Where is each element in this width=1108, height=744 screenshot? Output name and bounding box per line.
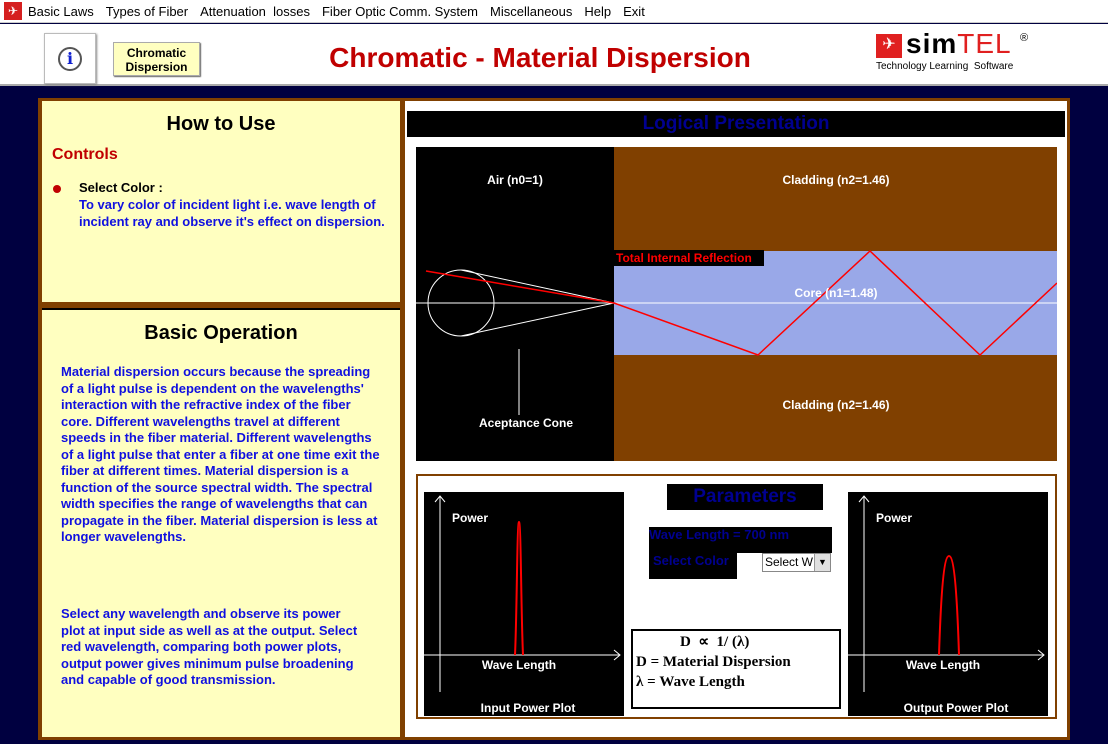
menu-types-of-fiber[interactable]: Types of Fiber	[106, 4, 188, 19]
cladding-top	[614, 147, 1057, 251]
how-to-use-panel: How to Use Controls Select Color : To va…	[42, 101, 400, 302]
wavelength-label: Wave Length	[482, 658, 556, 672]
menu-exit[interactable]: Exit	[623, 4, 645, 19]
formula-lambda-definition: λ = Wave Length	[636, 674, 745, 690]
fiber-diagram: Total Internal Reflection Air (n0=1) Cla…	[416, 147, 1057, 461]
cladding-bottom-label: Cladding (n2=1.46)	[782, 398, 889, 412]
basic-operation-instructions: Select any wavelength and observe its po…	[61, 606, 358, 687]
output-power-plot: Power Wave Length Output Power Plot	[848, 492, 1048, 716]
runner-icon: ✈	[876, 34, 902, 58]
core-label: Core (n1=1.48)	[794, 286, 877, 300]
air-region	[416, 147, 614, 461]
input-plot-caption: Input Power Plot	[481, 701, 576, 715]
formula-proportionality: D ∝ 1/ (λ)	[680, 634, 750, 650]
how-to-use-title: How to Use	[166, 113, 276, 135]
controls-heading: Controls	[52, 146, 118, 163]
logical-presentation-panel: Logical Presentation Total Internal Refl…	[405, 101, 1067, 737]
select-color-description: To vary color of incident light i.e. wav…	[79, 197, 385, 229]
acceptance-cone-label: Aceptance Cone	[479, 416, 573, 430]
formula-box: D ∝ 1/ (λ) D = Material Dispersion λ = W…	[631, 629, 841, 709]
wavelength-readout: Wave Length = 700 nm	[649, 527, 832, 553]
select-color-label: Select Color	[649, 551, 737, 579]
menu-attenuation-losses[interactable]: Attenuation losses	[200, 4, 310, 19]
registered-mark: ®	[1020, 32, 1029, 44]
parameters-title: Parameters	[667, 484, 823, 510]
air-label: Air (n0=1)	[487, 173, 543, 187]
power-label: Power	[452, 511, 488, 525]
bullet-icon	[53, 185, 61, 193]
select-color-label: Select Color :	[79, 180, 163, 195]
menu-help[interactable]: Help	[584, 4, 611, 19]
wavelength-label: Wave Length	[906, 658, 980, 672]
header: i Chromatic Dispersion Chromatic - Materi…	[0, 24, 1108, 86]
output-plot-caption: Output Power Plot	[904, 701, 1009, 715]
chevron-down-icon[interactable]: ▼	[814, 554, 830, 571]
menu-bar: ✈ Basic Laws Types of Fiber Attenuation …	[0, 0, 1108, 23]
dropdown-value: Select W	[765, 555, 814, 569]
power-label: Power	[876, 511, 912, 525]
formula-d-definition: D = Material Dispersion	[636, 654, 791, 670]
app-logo-icon: ✈	[4, 2, 22, 20]
basic-operation-text: Material dispersion occurs because the s…	[61, 364, 380, 544]
menu-fiber-optic-comm[interactable]: Fiber Optic Comm. System	[322, 4, 478, 19]
input-power-plot: Power Wave Length Input Power Plot	[424, 492, 624, 716]
select-color-dropdown[interactable]: Select W ▼	[762, 553, 831, 572]
basic-operation-title: Basic Operation	[144, 322, 298, 344]
simtel-logo: ✈ simTEL ® Technology Learning Software	[876, 28, 1029, 72]
tir-label: Total Internal Reflection	[616, 251, 752, 265]
menu-basic-laws[interactable]: Basic Laws	[28, 4, 94, 19]
brand-tagline: Technology Learning Software	[876, 61, 1014, 72]
logical-presentation-title: Logical Presentation	[407, 111, 1065, 137]
basic-operation-panel: Basic Operation Material dispersion occu…	[42, 308, 400, 737]
menu-miscellaneous[interactable]: Miscellaneous	[490, 4, 572, 19]
cladding-top-label: Cladding (n2=1.46)	[782, 173, 889, 187]
